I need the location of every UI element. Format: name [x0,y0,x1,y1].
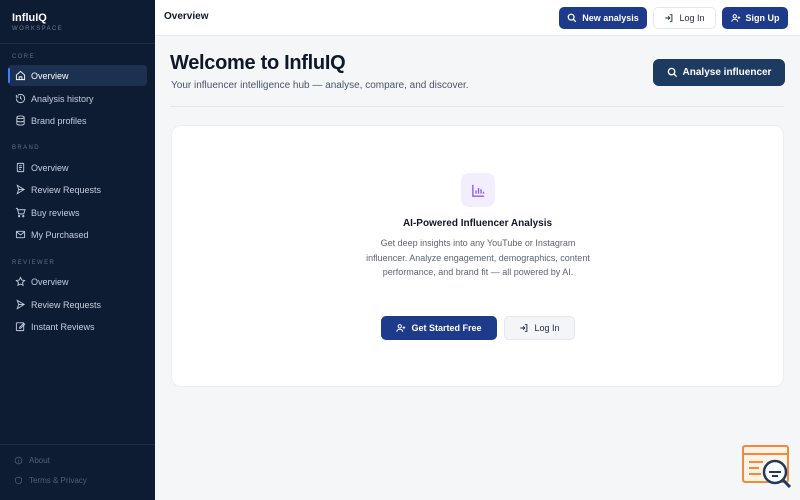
brand-name: InfluIQ [12,12,47,24]
new-analysis-button[interactable]: New analysis [559,7,647,29]
cart-icon [15,207,26,218]
new-analysis-label: New analysis [582,13,639,23]
analyse-influencer-button[interactable]: Analyse influencer [653,59,785,86]
sidebar-footer [0,444,155,445]
bar-chart-icon [461,173,495,207]
brand: InfluIQ WORKSPACE [0,0,155,44]
login-icon [519,323,529,333]
sidebar-item-label: Overview [31,70,69,81]
card-login-label: Log In [534,323,560,333]
get-started-button[interactable]: Get Started Free [381,316,497,340]
get-started-label: Get Started Free [411,323,482,333]
shield-icon [14,476,23,485]
user-plus-icon [396,323,406,333]
home-icon [15,70,26,81]
analyse-influencer-label: Analyse influencer [682,67,772,78]
sidebar-item-my-purchased[interactable]: My Purchased [8,224,147,245]
login-button[interactable]: Log In [653,7,716,29]
user-plus-icon [730,13,741,23]
chat-widget-icon[interactable] [741,444,793,492]
search-icon [667,67,678,78]
welcome-title: Welcome to InfluIQ [170,52,346,74]
sidebar-item-label: Buy reviews [31,207,80,218]
info-icon [14,456,23,465]
sidebar-item-analysis-history[interactable]: Analysis history [8,88,147,109]
send-icon [15,184,26,195]
footer-item-label: Terms & Privacy [29,476,87,485]
section-label-reviewer: REVIEWER [12,260,56,266]
card-login-button[interactable]: Log In [504,316,575,340]
footer-item-label: About [29,456,50,465]
star-icon [15,276,26,287]
sidebar-item-buy-reviews[interactable]: Buy reviews [8,202,147,223]
sidebar-item-label: Review Requests [31,184,102,195]
feature-description: Get deep insights into any YouTube or In… [366,238,590,277]
sidebar-item-label: My Purchased [31,229,89,240]
sidebar-item-label: Review Requests [31,299,102,310]
signup-label: Sign Up [745,13,780,23]
footer-item-terms[interactable]: Terms & Privacy [14,476,87,485]
sidebar-item-brand-review-requests[interactable]: Review Requests [8,179,147,200]
sidebar-item-label: Brand profiles [31,115,87,126]
section-label-brand: BRAND [12,145,41,151]
file-text-icon [15,162,26,173]
login-icon [664,13,674,23]
footer-item-about[interactable]: About [14,456,50,465]
section-label-core: CORE [12,54,35,60]
signup-button[interactable]: Sign Up [722,7,788,29]
sidebar-item-core-overview[interactable]: Overview [8,65,147,86]
brand-subtitle: WORKSPACE [12,26,64,32]
send-icon [15,299,26,310]
history-icon [15,93,26,104]
sidebar-item-brand-profiles[interactable]: Brand profiles [8,110,147,131]
sidebar-item-reviewer-review-requests[interactable]: Review Requests [8,294,147,315]
login-label: Log In [679,13,705,23]
edit-icon [15,321,26,332]
sidebar-item-label: Overview [31,276,69,287]
sidebar-item-brand-overview[interactable]: Overview [8,157,147,178]
feature-title: AI-Powered Influencer Analysis [402,218,553,229]
mail-icon [15,229,26,240]
welcome-subtitle: Your influencer intelligence hub — analy… [171,80,469,91]
sidebar-item-reviewer-overview[interactable]: Overview [8,271,147,292]
page-title: Overview [164,11,209,22]
search-icon [567,13,577,23]
sidebar-item-label: Analysis history [31,93,94,104]
sidebar: InfluIQ WORKSPACE CORE Overview Analysis… [0,0,155,500]
database-icon [15,115,26,126]
sidebar-item-instant-reviews[interactable]: Instant Reviews [8,316,147,337]
header-divider [170,106,784,107]
sidebar-item-label: Instant Reviews [31,321,95,332]
sidebar-item-label: Overview [31,162,69,173]
